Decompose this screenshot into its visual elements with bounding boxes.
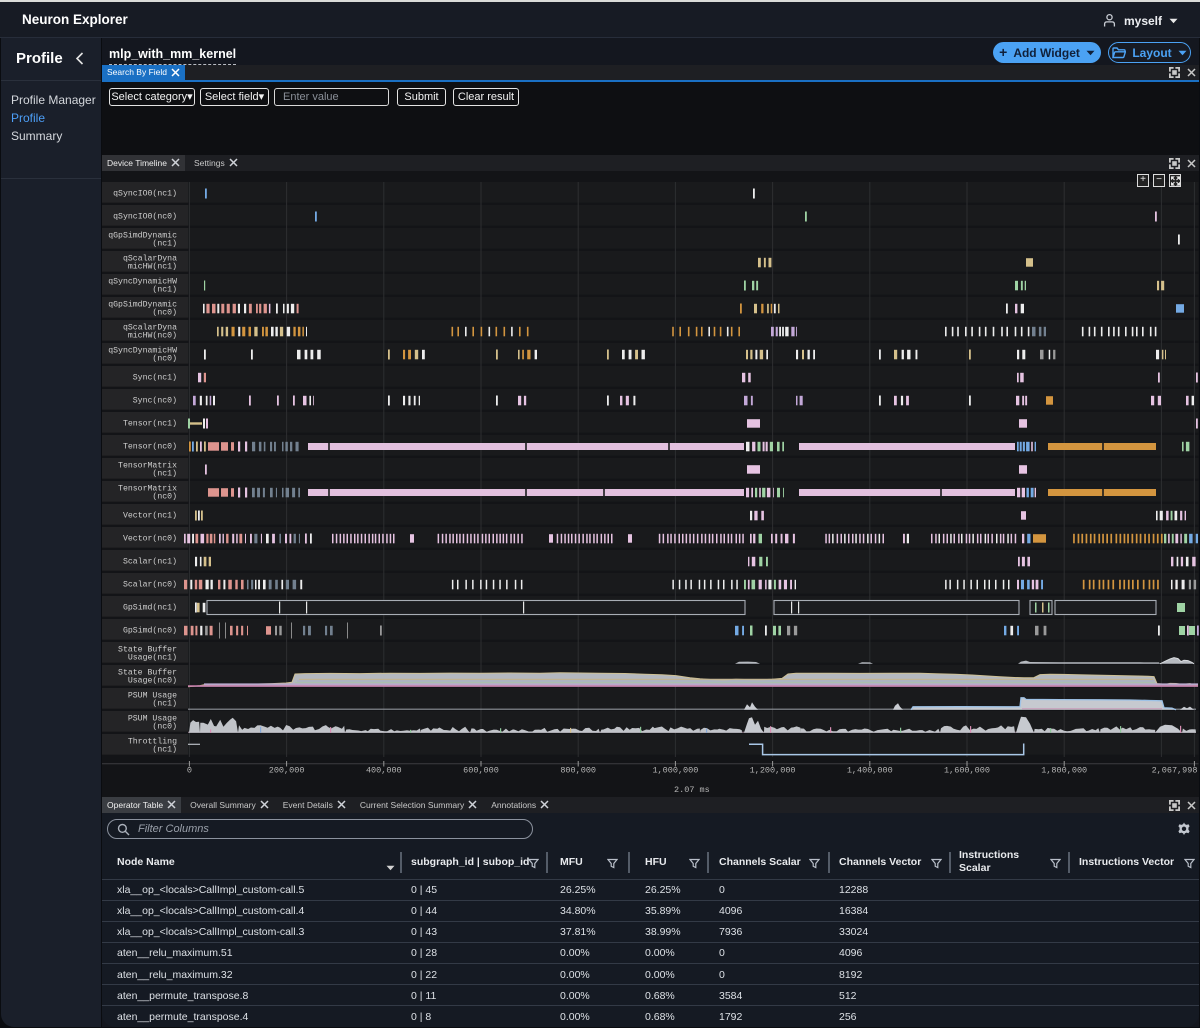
svg-text:Tensor(nc0): Tensor(nc0) [123,442,177,452]
svg-text:Vector(nc1): Vector(nc1) [123,511,177,521]
svg-text:Usage(nc0): Usage(nc0) [128,676,177,686]
svg-text:micHW(nc0): micHW(nc0) [128,331,177,341]
svg-text:600,000: 600,000 [463,766,499,776]
svg-text:micHW(nc1): micHW(nc1) [128,262,177,272]
svg-text:0: 0 [187,766,192,776]
svg-text:(nc1): (nc1) [152,239,177,249]
svg-text:Usage(nc1): Usage(nc1) [128,653,177,663]
svg-text:(nc1): (nc1) [152,285,177,295]
svg-text:Sync(nc0): Sync(nc0) [133,396,177,406]
svg-text:Scalar(nc0): Scalar(nc0) [123,580,177,590]
svg-text:1,800,000: 1,800,000 [1041,766,1087,776]
svg-text:Tensor(nc1): Tensor(nc1) [123,419,177,429]
svg-text:1,000,000: 1,000,000 [652,766,698,776]
svg-text:(nc1): (nc1) [152,699,177,709]
svg-text:2,067,998: 2,067,998 [1152,766,1198,776]
svg-text:1,400,000: 1,400,000 [847,766,893,776]
svg-text:Scalar(nc1): Scalar(nc1) [123,557,177,567]
svg-text:400,000: 400,000 [366,766,402,776]
svg-text:2.07 ms: 2.07 ms [674,785,710,795]
svg-text:(nc0): (nc0) [152,492,177,502]
svg-text:(nc1): (nc1) [152,469,177,479]
svg-text:1,200,000: 1,200,000 [750,766,796,776]
svg-text:GpSimd(nc1): GpSimd(nc1) [123,603,177,613]
svg-text:(nc0): (nc0) [152,354,177,364]
svg-text:(nc1): (nc1) [152,745,177,755]
svg-text:200,000: 200,000 [269,766,305,776]
svg-text:(nc0): (nc0) [152,308,177,318]
svg-text:Sync(nc1): Sync(nc1) [133,373,177,383]
svg-text:GpSimd(nc0): GpSimd(nc0) [123,626,177,636]
svg-text:qSyncIO0(nc1): qSyncIO0(nc1) [113,189,177,199]
svg-text:(nc0): (nc0) [152,722,177,732]
svg-text:Vector(nc0): Vector(nc0) [123,534,177,544]
svg-text:800,000: 800,000 [560,766,596,776]
svg-text:1,600,000: 1,600,000 [944,766,990,776]
svg-text:qSyncIO0(nc0): qSyncIO0(nc0) [113,212,177,222]
